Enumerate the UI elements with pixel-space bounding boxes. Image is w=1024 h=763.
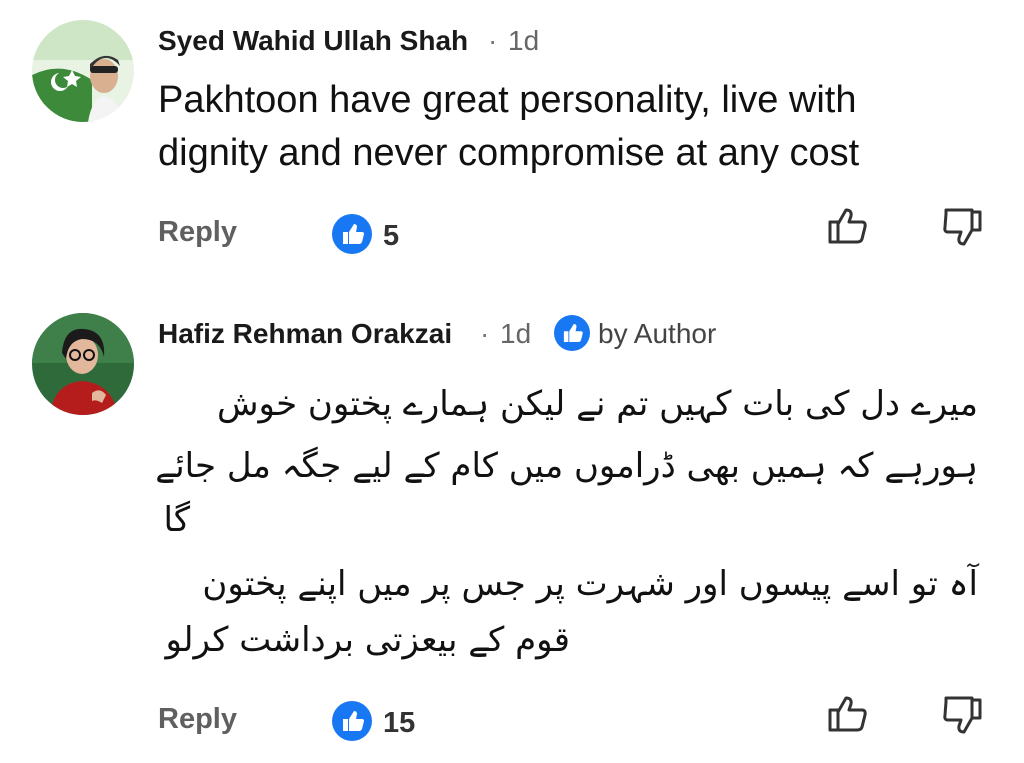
comment-text-line: گا bbox=[163, 500, 190, 540]
like-badge-icon bbox=[332, 701, 372, 741]
thumbs-up-icon[interactable] bbox=[826, 692, 870, 736]
reply-button[interactable]: Reply bbox=[158, 703, 237, 736]
comment-text-line: آہ تو اسے پیسوں اور شہرت پر جس پر میں اپ… bbox=[202, 564, 978, 604]
author-tag: by Author bbox=[598, 318, 717, 349]
author-badge-icon bbox=[554, 315, 590, 351]
meta-separator: · bbox=[480, 318, 490, 349]
comment-text-line: ہورہے کہ ہمیں بھی ڈراموں میں کام کے لیے … bbox=[155, 446, 978, 486]
comment-time: 1d bbox=[500, 318, 532, 349]
comment-2: Hafiz Rehman Orakzai · 1d by Author میرے… bbox=[0, 0, 1024, 763]
thumbs-down-icon[interactable] bbox=[940, 692, 984, 736]
comment-text-line: میرے دل کی بات کہیں تم نے لیکن ہمارے پخت… bbox=[217, 384, 978, 424]
avatar[interactable] bbox=[32, 313, 134, 415]
comment-text-line: قوم کے بیعزتی برداشت کرلو bbox=[165, 620, 570, 660]
comment-author[interactable]: Hafiz Rehman Orakzai bbox=[158, 318, 452, 350]
like-count: 15 bbox=[383, 707, 416, 739]
